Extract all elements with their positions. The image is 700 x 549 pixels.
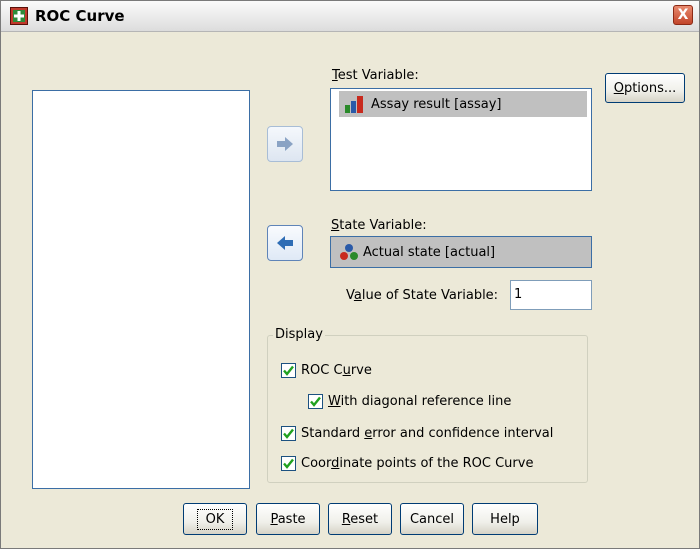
state-variable-label: State Variable:: [331, 218, 427, 233]
nominal-variable-icon: [340, 244, 358, 260]
checkbox-checked-icon: [281, 363, 296, 378]
reset-button[interactable]: Reset: [328, 503, 392, 535]
paste-button[interactable]: Paste: [256, 503, 320, 535]
roc-curve-dialog: ROC Curve X Test Variable: Assay result …: [0, 0, 700, 549]
app-icon: [10, 7, 28, 25]
test-variable-label: Test Variable:: [332, 68, 419, 83]
checkbox-checked-icon: [281, 456, 296, 471]
close-button[interactable]: X: [673, 5, 693, 25]
test-variable-item[interactable]: Assay result [assay]: [339, 91, 587, 117]
test-variable-list[interactable]: Assay result [assay]: [330, 88, 592, 191]
move-from-state-variable-button[interactable]: [267, 225, 303, 261]
value-of-state-label: Value of State Variable:: [346, 288, 499, 303]
ok-button[interactable]: OK: [183, 503, 247, 535]
coordinate-points-checkbox[interactable]: Coordinate points of the ROC Curve: [281, 456, 533, 471]
help-button[interactable]: Help: [472, 503, 538, 535]
display-group-legend: Display: [273, 327, 325, 342]
diagonal-reference-checkbox[interactable]: With diagonal reference line: [308, 394, 511, 409]
roc-curve-checkbox[interactable]: ROC Curve: [281, 363, 372, 378]
value-of-state-input[interactable]: 1: [510, 280, 592, 310]
options-button[interactable]: Options...: [605, 73, 685, 103]
arrow-right-icon: [277, 137, 293, 151]
title-bar: ROC Curve X: [1, 1, 699, 32]
state-variable-item: Actual state [actual]: [339, 243, 495, 261]
state-variable-field[interactable]: Actual state [actual]: [330, 236, 592, 268]
move-to-test-variable-button[interactable]: [267, 126, 303, 162]
scale-variable-icon: [345, 96, 363, 113]
close-icon: X: [677, 7, 689, 23]
standard-error-checkbox[interactable]: Standard error and confidence interval: [281, 426, 553, 441]
window-title: ROC Curve: [35, 7, 125, 25]
checkbox-checked-icon: [281, 426, 296, 441]
arrow-left-icon: [277, 236, 293, 250]
checkbox-checked-icon: [308, 394, 323, 409]
cancel-button[interactable]: Cancel: [400, 503, 464, 535]
source-variable-list[interactable]: [32, 90, 250, 489]
